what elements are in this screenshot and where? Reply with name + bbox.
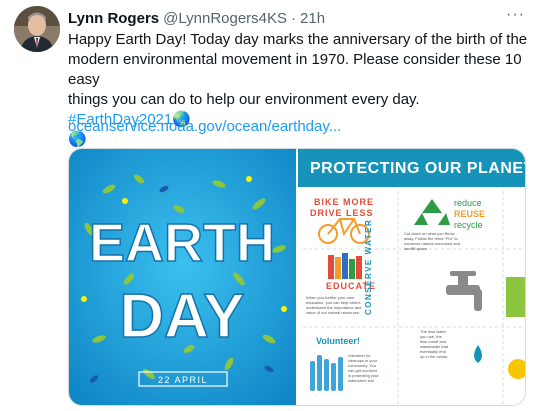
external-link[interactable]: oceanservice.noaa.gov/ocean/earthday... (68, 118, 341, 135)
bike-icon (318, 218, 370, 244)
media-grid[interactable]: EARTH DAY 22 APRIL PROTECTING OUR PLANET… (68, 148, 526, 406)
volunteer-text: Volunteer! (316, 336, 360, 346)
recycle-text: recycle (454, 220, 483, 230)
hands-icon (310, 355, 343, 391)
author-name[interactable]: Lynn Rogers (68, 10, 159, 27)
tweet-text-segment: things you can do to help our environmen… (68, 91, 420, 108)
earth-day-date: 22 APRIL (158, 375, 208, 385)
recycle-icon (414, 199, 450, 225)
faucet-icon (446, 271, 482, 311)
tweet-header: Lynn Rogers @LynnRogers4KS · 21h ··· (68, 6, 525, 28)
more-horizontal-icon[interactable]: ··· (506, 6, 525, 24)
separator: · (291, 9, 297, 27)
author-handle[interactable]: @LynnRogers4KS (163, 10, 287, 27)
reduce-text: reduce (454, 198, 482, 208)
drive-less-text: DRIVE LESS (310, 208, 374, 218)
earth-day-word-earth: EARTH (89, 213, 275, 273)
conserve-water-text: CONSERVE WATER (364, 218, 373, 315)
tweet-text-line: modern environmental movement in 1970. P… (68, 51, 522, 88)
volunteer-desc: watershed too! (348, 378, 375, 383)
protecting-planet-image[interactable]: PROTECTING OUR PLANET ST (298, 149, 525, 405)
water-drop-icon (474, 345, 482, 363)
water-desc: up in the ocean. (420, 354, 449, 359)
earth-day-word-day: DAY (119, 282, 244, 351)
recycle-desc: landfill space. (404, 246, 429, 251)
tweet-text-line: Happy Earth Day! Today day marks the ann… (68, 31, 528, 48)
earth-day-image[interactable]: EARTH DAY 22 APRIL (69, 149, 296, 405)
avatar[interactable] (14, 6, 60, 52)
tweet-time[interactable]: 21h (300, 10, 325, 27)
reuse-text: REUSE (454, 209, 486, 219)
books-icon (328, 253, 362, 279)
educate-desc: value of our natural resources. (306, 310, 361, 315)
bike-more-text: BIKE MORE (314, 197, 375, 207)
